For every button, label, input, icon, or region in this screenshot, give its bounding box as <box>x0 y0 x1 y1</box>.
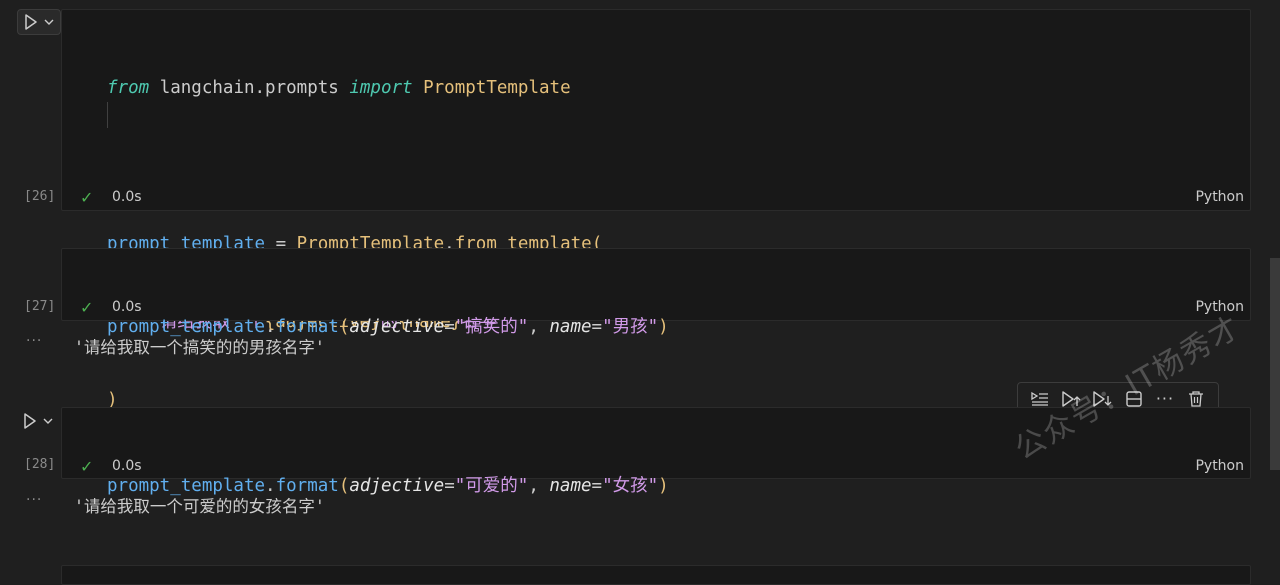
indent-guide <box>107 102 108 128</box>
string: "女孩" <box>602 476 659 496</box>
code-editor[interactable]: prompt_template.format(adjective="可爱的", … <box>107 421 669 551</box>
cell-status: ✓ 0.0s <box>80 456 142 476</box>
code-cell-next[interactable] <box>61 565 1251 585</box>
check-icon: ✓ <box>80 456 94 476</box>
output-more-button[interactable]: ··· <box>26 492 42 508</box>
chevron-down-icon <box>44 19 54 25</box>
execution-count: [28] <box>24 457 56 472</box>
paren: ( <box>338 317 350 337</box>
run-cell-26-button[interactable] <box>17 9 61 35</box>
keyword: import <box>349 78 413 98</box>
keyword-arg: name <box>549 317 592 337</box>
check-icon: ✓ <box>80 187 94 207</box>
class-name: PromptTemplate <box>412 78 571 98</box>
string: "搞笑的" <box>454 317 529 337</box>
exec-time: 0.0s <box>112 299 142 315</box>
code-cell-26[interactable]: from langchain.prompts import PromptTemp… <box>61 9 1251 410</box>
comma: , <box>528 476 550 496</box>
keyword-arg: name <box>549 476 592 496</box>
play-icon <box>25 14 37 30</box>
run-cell-28-button[interactable] <box>17 408 61 434</box>
comma: , <box>528 317 550 337</box>
execution-count: [27] <box>24 299 56 314</box>
paren: ) <box>658 317 669 337</box>
cell-output: '请给我取一个可爱的的女孩名字' <box>74 497 325 516</box>
paren: ) <box>658 476 669 496</box>
code-editor[interactable]: from langchain.prompts import PromptTemp… <box>107 23 602 465</box>
cell-status: ✓ 0.0s <box>80 187 142 207</box>
code-editor[interactable]: prompt_template.format(adjective="搞笑的", … <box>107 262 669 392</box>
paren: ( <box>338 476 350 496</box>
output-more-button[interactable]: ··· <box>26 333 42 349</box>
string: "可爱的" <box>454 476 529 496</box>
play-icon <box>24 413 36 429</box>
scrollbar-thumb[interactable] <box>1270 258 1280 470</box>
language-label[interactable]: Python <box>1195 458 1244 474</box>
code-cell-27[interactable]: prompt_template.format(adjective="搞笑的", … <box>61 248 1251 337</box>
operator: = <box>591 476 603 496</box>
operator: = <box>444 476 455 496</box>
operator: = <box>591 317 603 337</box>
language-label[interactable]: Python <box>1195 189 1244 205</box>
execute-above-icon <box>1031 391 1048 406</box>
cell-output: '请给我取一个搞笑的的男孩名字' <box>74 338 325 357</box>
execution-count: [26] <box>24 189 56 204</box>
check-icon: ✓ <box>80 297 94 317</box>
chevron-down-icon <box>43 418 53 424</box>
exec-time: 0.0s <box>112 458 142 474</box>
string: "男孩" <box>602 317 659 337</box>
keyword-arg: adjective <box>349 476 445 496</box>
delete-icon <box>1189 390 1204 407</box>
keyword: from <box>107 78 150 98</box>
operator: = <box>444 317 455 337</box>
cell-status: ✓ 0.0s <box>80 297 142 317</box>
code-line: from langchain.prompts import PromptTemp… <box>107 75 602 101</box>
module-name: langchain.prompts <box>149 78 350 98</box>
keyword-arg: adjective <box>349 317 445 337</box>
exec-time: 0.0s <box>112 189 142 205</box>
